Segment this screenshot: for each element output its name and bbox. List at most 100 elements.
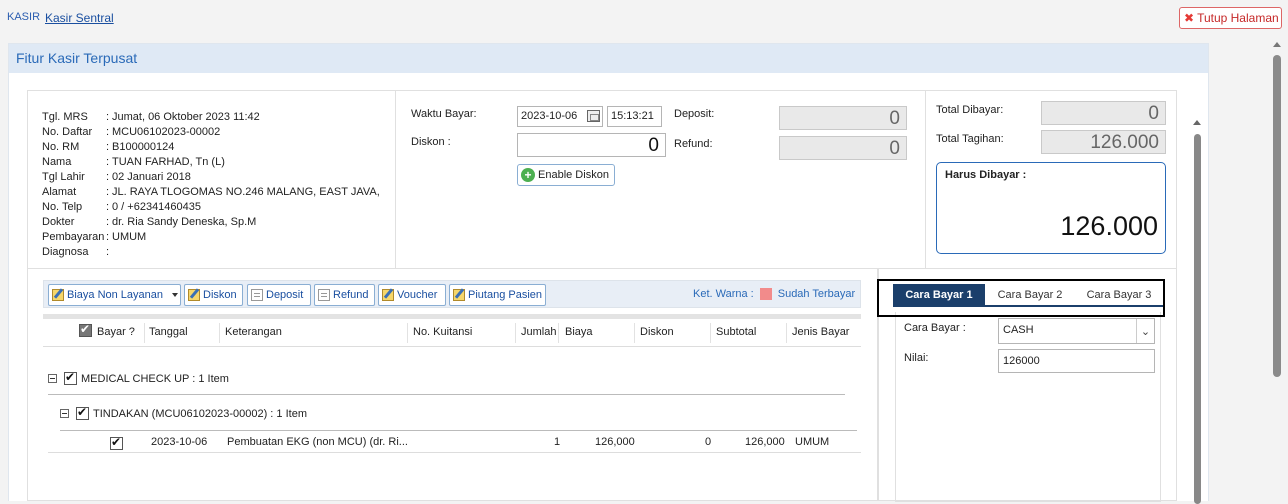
patient-row: No. Telp:0 / +62341460435 <box>42 200 201 215</box>
calendar-icon[interactable] <box>587 110 600 122</box>
refund-button[interactable]: Refund <box>314 284 375 306</box>
edit-icon <box>453 289 465 301</box>
patient-row: No. Daftar: MCU06102023-00002 <box>42 125 220 140</box>
scrollbar-thumb[interactable] <box>1194 134 1201 504</box>
patient-row-value: dr. Ria Sandy Deneska, Sp.M <box>112 216 257 228</box>
sudah-terbayar-label: Sudah Terbayar <box>777 288 856 300</box>
paid-swatch <box>759 288 772 300</box>
col-divider <box>558 323 559 343</box>
diskon-input[interactable]: 0 <box>517 133 666 157</box>
patient-row-value: B100000124 <box>112 141 175 153</box>
col-bayar: Bayar ? <box>97 326 135 338</box>
group-checkbox[interactable] <box>76 405 89 420</box>
breadcrumb-kasir-sentral[interactable]: Kasir Sentral <box>45 11 114 25</box>
patient-row-label: No. RM <box>42 141 80 153</box>
voucher-button-label: Voucher <box>397 289 438 301</box>
row-jumlah: 1 <box>554 436 561 448</box>
content-scrollbar[interactable] <box>1191 118 1204 504</box>
scrollbar-thumb[interactable] <box>1273 55 1281 377</box>
close-page-button[interactable]: ✖ Tutup Halaman <box>1179 7 1282 29</box>
diskon-button[interactable]: Diskon <box>184 284 243 306</box>
col-tanggal: Tanggal <box>149 326 188 338</box>
col-divider <box>144 323 145 343</box>
items-toolbar: Biaya Non Layanan Diskon Deposit Refund <box>43 280 861 308</box>
harus-dibayar-label: Harus Dibayar : <box>945 169 1027 181</box>
group-medical-check-up-label: MEDICAL CHECK UP : 1 Item <box>81 372 229 385</box>
document-icon <box>251 289 263 301</box>
col-no-kuitansi: No. Kuitansi <box>413 326 473 338</box>
items-area: Biaya Non Layanan Diskon Deposit Refund <box>27 269 878 501</box>
patient-row-value: 0 / +62341460435 <box>112 201 202 213</box>
payment-method-body: Cara Bayar : CASH ⌄ Nilai: 126000 <box>895 312 1161 502</box>
voucher-button[interactable]: Voucher <box>378 284 446 306</box>
patient-row-label: Alamat <box>42 186 77 198</box>
chevron-down-icon[interactable]: ⌄ <box>1136 319 1154 343</box>
total-tagihan-field: 126.000 <box>1041 130 1166 154</box>
group-tindakan[interactable]: TINDAKAN (MCU06102023-00002) : 1 Item <box>60 405 307 420</box>
patient-row: Diagnosa: <box>42 245 112 260</box>
patient-row: Nama: TUAN FARHAD, Tn (L) <box>42 155 225 170</box>
total-dibayar-field: 0 <box>1041 101 1166 125</box>
group-medical-check-up[interactable]: MEDICAL CHECK UP : 1 Item <box>48 370 229 385</box>
payment-info: Waktu Bayar: 2023-10-06 15:13:21 Diskon … <box>396 90 926 269</box>
patient-row: No. RM: B100000124 <box>42 140 174 155</box>
date-input[interactable]: 2023-10-06 <box>517 106 603 127</box>
patient-row-label: No. Daftar <box>42 126 93 138</box>
cara-bayar-select[interactable]: CASH ⌄ <box>998 318 1155 344</box>
row-diskon: 0 <box>705 436 712 448</box>
col-divider <box>515 323 516 343</box>
enable-diskon-button[interactable]: + Enable Diskon <box>517 164 615 186</box>
edit-icon <box>188 289 200 301</box>
total-dibayar-label: Total Dibayar: <box>936 104 1004 116</box>
patient-row-label: Tgl. MRS <box>42 111 88 123</box>
main-panel: Fitur Kasir Terpusat Tgl. MRS: Jumat, 06 … <box>8 43 1209 504</box>
chevron-down-icon <box>172 293 179 297</box>
patient-row-label: Dokter <box>42 216 75 228</box>
plus-icon: + <box>521 168 535 182</box>
time-input[interactable]: 15:13:21 <box>607 106 662 127</box>
patient-row: Dokter: dr. Ria Sandy Deneska, Sp.M <box>42 215 256 230</box>
patient-row-value: 02 Januari 2018 <box>112 171 191 183</box>
edit-icon <box>52 289 64 301</box>
collapse-icon[interactable] <box>60 409 69 418</box>
row-tanggal: 2023-10-06 <box>151 436 208 448</box>
select-all-checkbox[interactable] <box>79 322 92 337</box>
group-divider <box>60 430 857 431</box>
row-checkbox[interactable] <box>110 435 123 450</box>
patient-row-label: Tgl Lahir <box>42 171 85 183</box>
color-legend: Ket. Warna : Sudah Terbayar <box>693 288 855 300</box>
col-jumlah: Jumlah <box>521 326 557 338</box>
biaya-non-layanan-button[interactable]: Biaya Non Layanan <box>48 284 181 306</box>
piutang-pasien-label: Piutang Pasien <box>468 289 542 301</box>
row-divider <box>48 452 861 453</box>
diskon-button-label: Diskon <box>203 289 237 301</box>
patient-row-label: Pembayaran <box>42 231 105 243</box>
collapse-icon[interactable] <box>48 374 57 383</box>
document-icon <box>318 289 330 301</box>
row-subtotal: 126,000 <box>745 436 785 448</box>
ket-warna-label: Ket. Warna : <box>693 288 754 300</box>
patient-row-value: UMUM <box>112 231 147 243</box>
patient-row: Alamat: JL. RAYA TLOGOMAS NO.246 MALANG, … <box>42 185 380 200</box>
scroll-up-icon[interactable] <box>1193 120 1201 125</box>
scroll-up-icon[interactable] <box>1273 42 1281 47</box>
harus-dibayar-value: 126.000 <box>1060 211 1158 241</box>
col-jenis-bayar: Jenis Bayar <box>792 326 850 338</box>
col-divider <box>219 323 220 343</box>
patient-row-value: Jumat, 06 Oktober 2023 11:42 <box>112 111 260 123</box>
col-divider <box>634 323 635 343</box>
breadcrumb-kasir[interactable]: KASIR <box>7 11 40 23</box>
checkbox-icon <box>79 322 92 337</box>
piutang-pasien-button[interactable]: Piutang Pasien <box>449 284 546 306</box>
page-scrollbar[interactable] <box>1270 40 1284 501</box>
deposit-button[interactable]: Deposit <box>247 284 311 306</box>
waktu-bayar-label: Waktu Bayar: <box>411 108 477 120</box>
nilai-input[interactable]: 126000 <box>998 349 1155 373</box>
group-checkbox[interactable] <box>64 370 77 385</box>
patient-row-value: TUAN FARHAD, Tn (L) <box>112 156 225 168</box>
panel-title: Fitur Kasir Terpusat <box>9 44 1208 73</box>
patient-row-label: Diagnosa <box>42 246 89 258</box>
patient-row-value: JL. RAYA TLOGOMAS NO.246 MALANG, EAST JA… <box>112 186 380 198</box>
close-icon: ✖ <box>1184 11 1195 25</box>
close-page-label: Tutup Halaman <box>1197 11 1279 25</box>
